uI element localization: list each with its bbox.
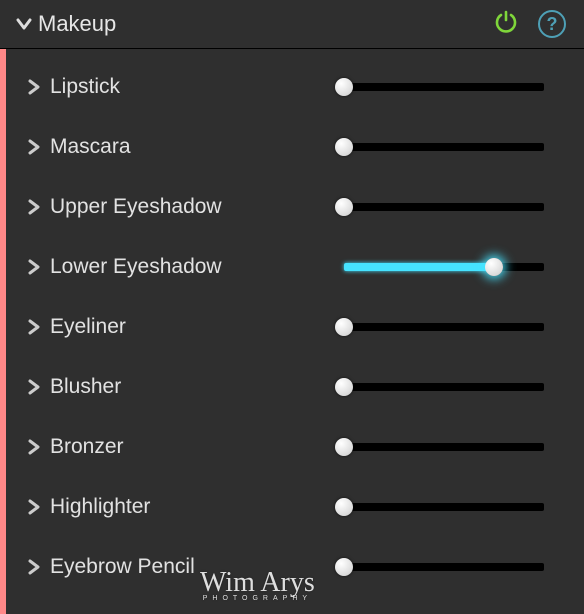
slider[interactable] (344, 563, 564, 571)
slider-row: Lipstick (6, 57, 584, 117)
slider-row: Eyeliner (6, 297, 584, 357)
slider-label[interactable]: Upper Eyeshadow (50, 195, 344, 219)
slider-row: Eyebrow Pencil (6, 537, 584, 597)
slider-track[interactable] (344, 503, 544, 511)
slider[interactable] (344, 263, 564, 271)
slider-label[interactable]: Lower Eyeshadow (50, 255, 344, 279)
chevron-right-icon[interactable] (22, 259, 46, 275)
slider-thumb[interactable] (335, 438, 353, 456)
slider-row: Bronzer (6, 417, 584, 477)
slider[interactable] (344, 203, 564, 211)
slider-label[interactable]: Lipstick (50, 75, 344, 99)
makeup-panel: Makeup ? LipstickMascaraUpper EyeshadowL… (0, 0, 584, 614)
header-icons: ? (492, 8, 574, 41)
slider-label[interactable]: Eyebrow Pencil (50, 555, 344, 579)
slider-track[interactable] (344, 443, 544, 451)
slider-thumb[interactable] (335, 78, 353, 96)
slider-label[interactable]: Bronzer (50, 435, 344, 459)
slider-track[interactable] (344, 83, 544, 91)
slider-row: Blusher (6, 357, 584, 417)
slider-list: Lipstick Mascara Upper Eyeshadow Lower Eyes… (0, 49, 584, 614)
slider-label[interactable]: Mascara (50, 135, 344, 159)
chevron-right-icon[interactable] (22, 559, 46, 575)
slider-thumb[interactable] (335, 498, 353, 516)
chevron-right-icon[interactable] (22, 499, 46, 515)
slider-row: Upper Eyeshadow (6, 177, 584, 237)
slider-track[interactable] (344, 563, 544, 571)
chevron-right-icon[interactable] (22, 199, 46, 215)
chevron-right-icon[interactable] (22, 379, 46, 395)
help-icon[interactable]: ? (538, 10, 566, 38)
chevron-right-icon[interactable] (22, 319, 46, 335)
chevron-right-icon[interactable] (22, 139, 46, 155)
slider-label[interactable]: Eyeliner (50, 315, 344, 339)
panel-title: Makeup (38, 11, 492, 37)
slider-track[interactable] (344, 143, 544, 151)
chevron-down-icon[interactable] (10, 14, 38, 34)
slider-fill (344, 263, 494, 271)
power-icon[interactable] (492, 8, 520, 41)
slider-thumb[interactable] (335, 378, 353, 396)
slider-thumb[interactable] (335, 318, 353, 336)
slider[interactable] (344, 323, 564, 331)
slider-track[interactable] (344, 323, 544, 331)
slider-label[interactable]: Highlighter (50, 495, 344, 519)
slider-thumb[interactable] (335, 558, 353, 576)
slider[interactable] (344, 443, 564, 451)
slider[interactable] (344, 383, 564, 391)
chevron-right-icon[interactable] (22, 79, 46, 95)
slider[interactable] (344, 503, 564, 511)
slider-label[interactable]: Blusher (50, 375, 344, 399)
slider-thumb[interactable] (335, 198, 353, 216)
slider-thumb[interactable] (485, 258, 503, 276)
slider-row: Mascara (6, 117, 584, 177)
slider-row: Lower Eyeshadow (6, 237, 584, 297)
chevron-right-icon[interactable] (22, 439, 46, 455)
slider[interactable] (344, 83, 564, 91)
slider-track[interactable] (344, 383, 544, 391)
slider-track[interactable] (344, 203, 544, 211)
slider-track[interactable] (344, 263, 544, 271)
panel-header[interactable]: Makeup ? (0, 0, 584, 49)
slider[interactable] (344, 143, 564, 151)
slider-row: Highlighter (6, 477, 584, 537)
slider-thumb[interactable] (335, 138, 353, 156)
